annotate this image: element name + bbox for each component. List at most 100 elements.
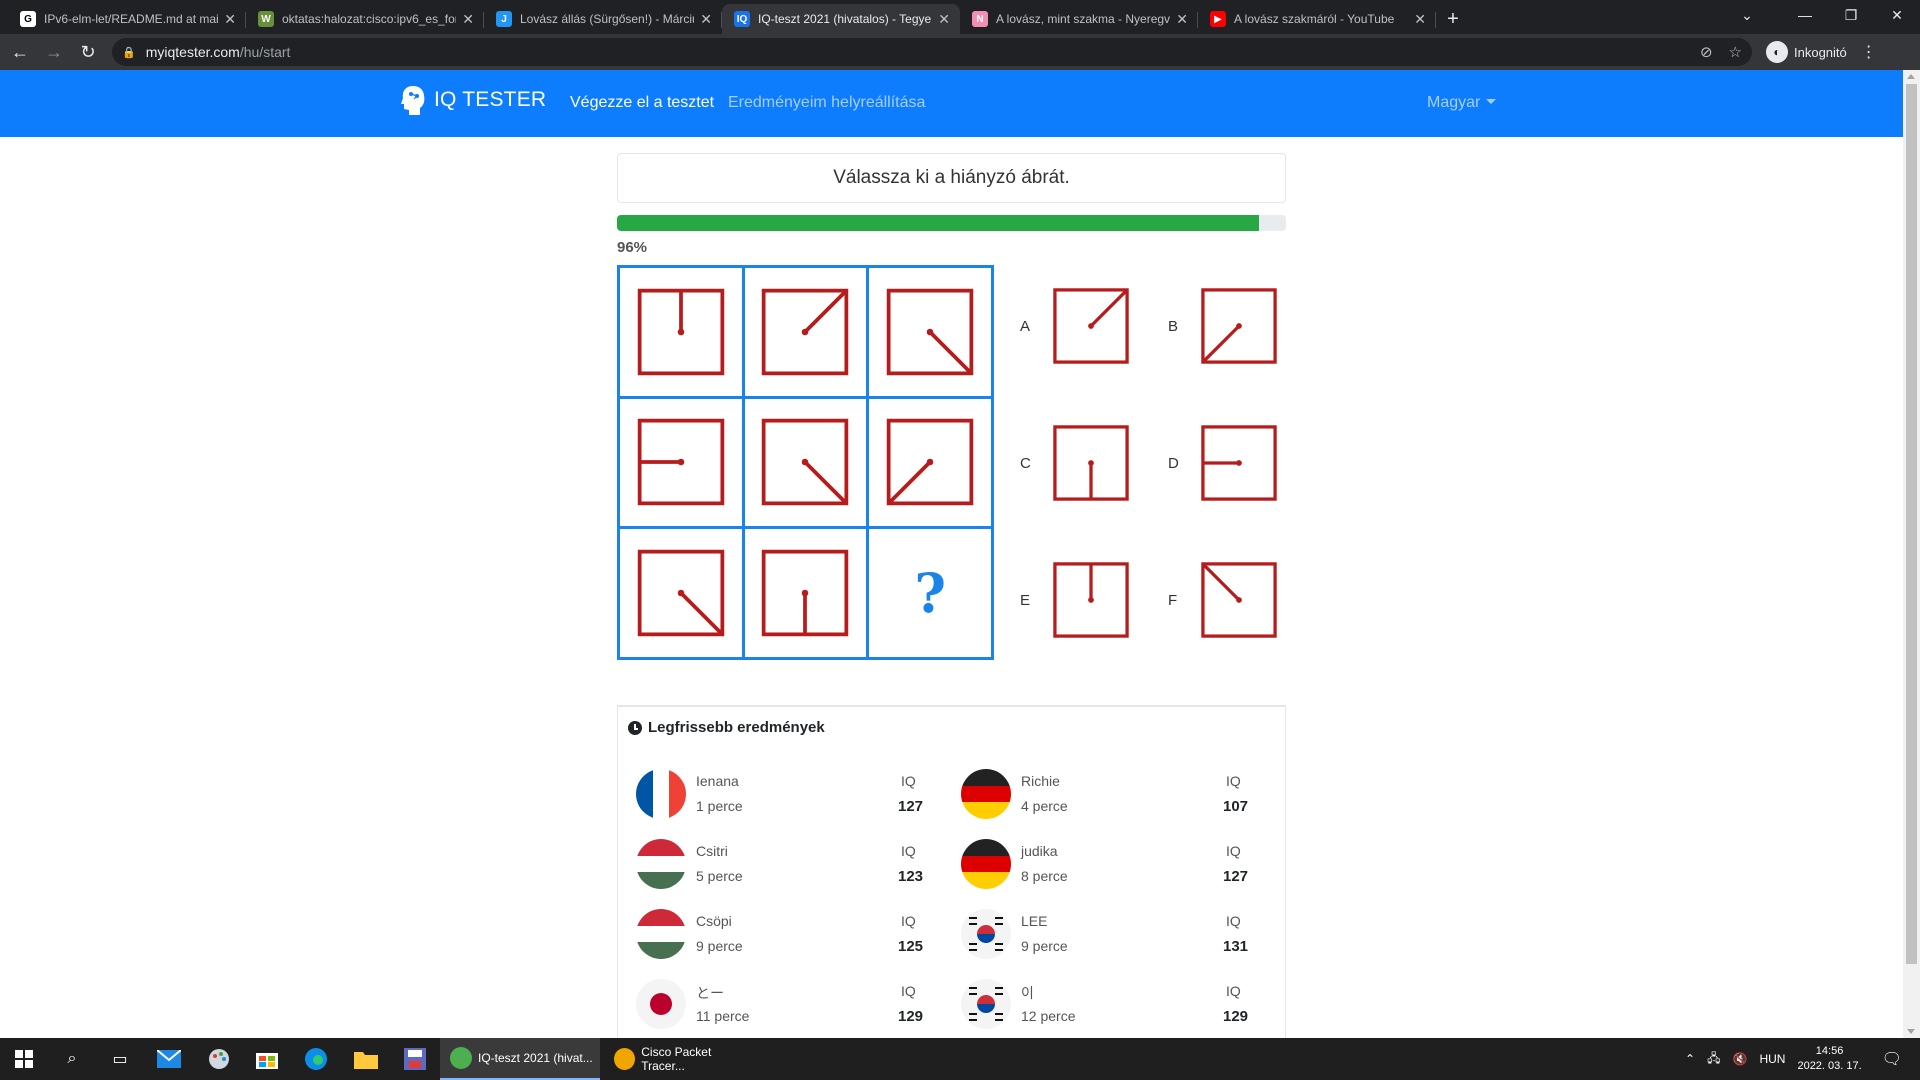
- browser-tab-4[interactable]: IQ IQ-teszt 2021 (hivatalos) - Tegye ✕: [722, 4, 960, 34]
- iq-score: 123: [898, 868, 924, 885]
- browser-tab-2[interactable]: Woktatas:halozat:cisco:ipv6_es_forg ✕: [246, 4, 484, 34]
- back-button[interactable]: ←: [6, 38, 34, 66]
- task-view-icon[interactable]: ▭: [106, 1045, 134, 1073]
- notification-icon[interactable]: 🗨: [1882, 1049, 1902, 1069]
- iq-score: 125: [898, 938, 924, 955]
- missing-figure-mark: ?: [914, 561, 946, 626]
- tab-title: IQ-teszt 2021 (hivatalos) - Tegye: [758, 12, 932, 26]
- bookmark-star-icon[interactable]: ☆: [1729, 43, 1742, 61]
- figure-center-dot: [1236, 597, 1242, 603]
- option-label: B: [1168, 317, 1179, 335]
- browser-menu-icon[interactable]: ⋮: [1861, 42, 1877, 62]
- answer-option-a[interactable]: A: [1020, 285, 1132, 367]
- result-entry: Csöpi 9 perce IQ 125: [618, 903, 943, 959]
- forward-button[interactable]: →: [40, 38, 68, 66]
- language-dropdown[interactable]: Magyar: [1427, 94, 1497, 112]
- chevron-up-icon[interactable]: ⌃: [1685, 1052, 1695, 1066]
- scroll-down-icon[interactable]: [1907, 1029, 1915, 1034]
- option-figure: [1201, 425, 1277, 501]
- page-scrollbar[interactable]: [1903, 70, 1920, 1038]
- figure-center-dot: [926, 328, 934, 336]
- answer-option-e[interactable]: E: [1020, 559, 1132, 641]
- close-tab-icon[interactable]: ✕: [1176, 11, 1188, 28]
- result-name: Ienana: [696, 773, 739, 789]
- close-tab-icon[interactable]: ✕: [462, 11, 474, 28]
- close-tab-icon[interactable]: ✕: [1414, 11, 1426, 28]
- language-label: Magyar: [1427, 94, 1481, 111]
- result-entry: LEE 9 perce IQ 131: [943, 903, 1268, 959]
- search-icon[interactable]: ⌕: [58, 1045, 86, 1073]
- taskbar-app-2[interactable]: Cisco Packet Tracer...: [604, 1038, 754, 1080]
- tab-search-icon[interactable]: ⌄: [1724, 0, 1770, 30]
- nav-restore-results[interactable]: Eredményeim helyreállítása: [728, 94, 925, 112]
- figure-line: [804, 461, 849, 506]
- eye-off-icon[interactable]: ⊘: [1700, 43, 1713, 61]
- iq-label: IQ: [1226, 773, 1241, 789]
- browser-tab-5[interactable]: N A lovász, mint szakma - Nyeregv ✕: [960, 4, 1198, 34]
- iq-score: 129: [1223, 1008, 1249, 1025]
- restore-button[interactable]: ❐: [1828, 0, 1874, 30]
- result-time: 9 perce: [696, 938, 743, 954]
- fr-flag-icon: [636, 769, 686, 819]
- network-icon[interactable]: 🖧: [1707, 1049, 1720, 1070]
- result-entry: とー 11 perce IQ 129: [618, 973, 943, 1029]
- iq-label: IQ: [901, 843, 916, 859]
- nav-take-test[interactable]: Végezze el a tesztet: [570, 94, 714, 112]
- paint-icon[interactable]: [205, 1045, 233, 1073]
- figure-center-dot: [1236, 460, 1242, 466]
- browser-tab-6[interactable]: ▶ A lovász szakmáról - YouTube ✕: [1198, 4, 1436, 34]
- store-icon[interactable]: [253, 1045, 281, 1073]
- tab-favicon-icon: J: [496, 11, 512, 27]
- figure-center-dot: [677, 459, 685, 466]
- scroll-up-icon[interactable]: [1907, 74, 1915, 79]
- mail-icon[interactable]: [155, 1045, 183, 1073]
- new-tab-button[interactable]: +: [1436, 4, 1470, 34]
- result-entry: Csitri 5 perce IQ 123: [618, 833, 943, 889]
- windows-start-icon[interactable]: [10, 1045, 38, 1073]
- url-host: myiqtester.com: [145, 44, 240, 60]
- speaker-muted-icon[interactable]: 🔇: [1733, 1052, 1748, 1066]
- results-title: Legfrissebb eredmények: [648, 719, 825, 736]
- result-time: 11 perce: [696, 1008, 750, 1024]
- tab-favicon-icon: ▶: [1210, 11, 1226, 27]
- lock-icon: 🔒: [122, 46, 136, 59]
- taskbar-app-1[interactable]: IQ-teszt 2021 (hivat...: [440, 1038, 600, 1080]
- close-tab-icon[interactable]: ✕: [224, 11, 236, 28]
- answer-option-b[interactable]: B: [1168, 285, 1280, 367]
- answer-option-d[interactable]: D: [1168, 422, 1280, 504]
- puzzle-matrix: ?: [617, 265, 994, 660]
- reload-button[interactable]: ↻: [74, 38, 102, 66]
- result-time: 9 perce: [1021, 938, 1068, 954]
- close-window-button[interactable]: ✕: [1874, 0, 1920, 30]
- incognito-indicator[interactable]: ◐ Inkognitó: [1766, 41, 1847, 63]
- input-language[interactable]: HUN: [1759, 1052, 1785, 1066]
- scrollbar-thumb[interactable]: [1906, 84, 1917, 964]
- figure-center-dot: [802, 459, 809, 466]
- system-clock[interactable]: 14:56 2022. 03. 17.: [1797, 1044, 1861, 1074]
- answer-option-f[interactable]: F: [1168, 559, 1280, 641]
- iq-score: 127: [1223, 868, 1249, 885]
- close-tab-icon[interactable]: ✕: [700, 11, 712, 28]
- answer-option-c[interactable]: C: [1020, 422, 1132, 504]
- iq-label: IQ: [901, 773, 916, 789]
- save-disk-icon[interactable]: [401, 1045, 429, 1073]
- edge-icon[interactable]: [302, 1045, 330, 1073]
- head-logo-icon: [401, 86, 425, 115]
- file-explorer-icon[interactable]: [352, 1045, 380, 1073]
- figure-center-dot: [926, 459, 934, 466]
- figure-center-dot: [1088, 597, 1094, 603]
- result-name: judika: [1021, 843, 1058, 859]
- tab-favicon-icon: N: [972, 11, 988, 27]
- result-name: Csöpi: [696, 913, 732, 929]
- figure-center-dot: [1236, 323, 1242, 329]
- close-tab-icon[interactable]: ✕: [938, 11, 950, 28]
- minimize-button[interactable]: —: [1782, 0, 1828, 30]
- iq-score: 107: [1223, 798, 1249, 815]
- tab-title: IPv6-elm-let/README.md at mai: [44, 12, 219, 26]
- address-bar[interactable]: 🔒 myiqtester.com/hu/start ⊘ ☆: [112, 38, 1752, 66]
- incognito-label: Inkognitó: [1794, 44, 1847, 60]
- option-figure: [1201, 562, 1277, 638]
- browser-tab-3[interactable]: J Lovász állás (Sürgősen!) - Márciu ✕: [484, 4, 722, 34]
- browser-tab-1[interactable]: G IPv6-elm-let/README.md at mai ✕: [8, 4, 246, 34]
- brand-link[interactable]: IQ TESTER: [400, 84, 546, 116]
